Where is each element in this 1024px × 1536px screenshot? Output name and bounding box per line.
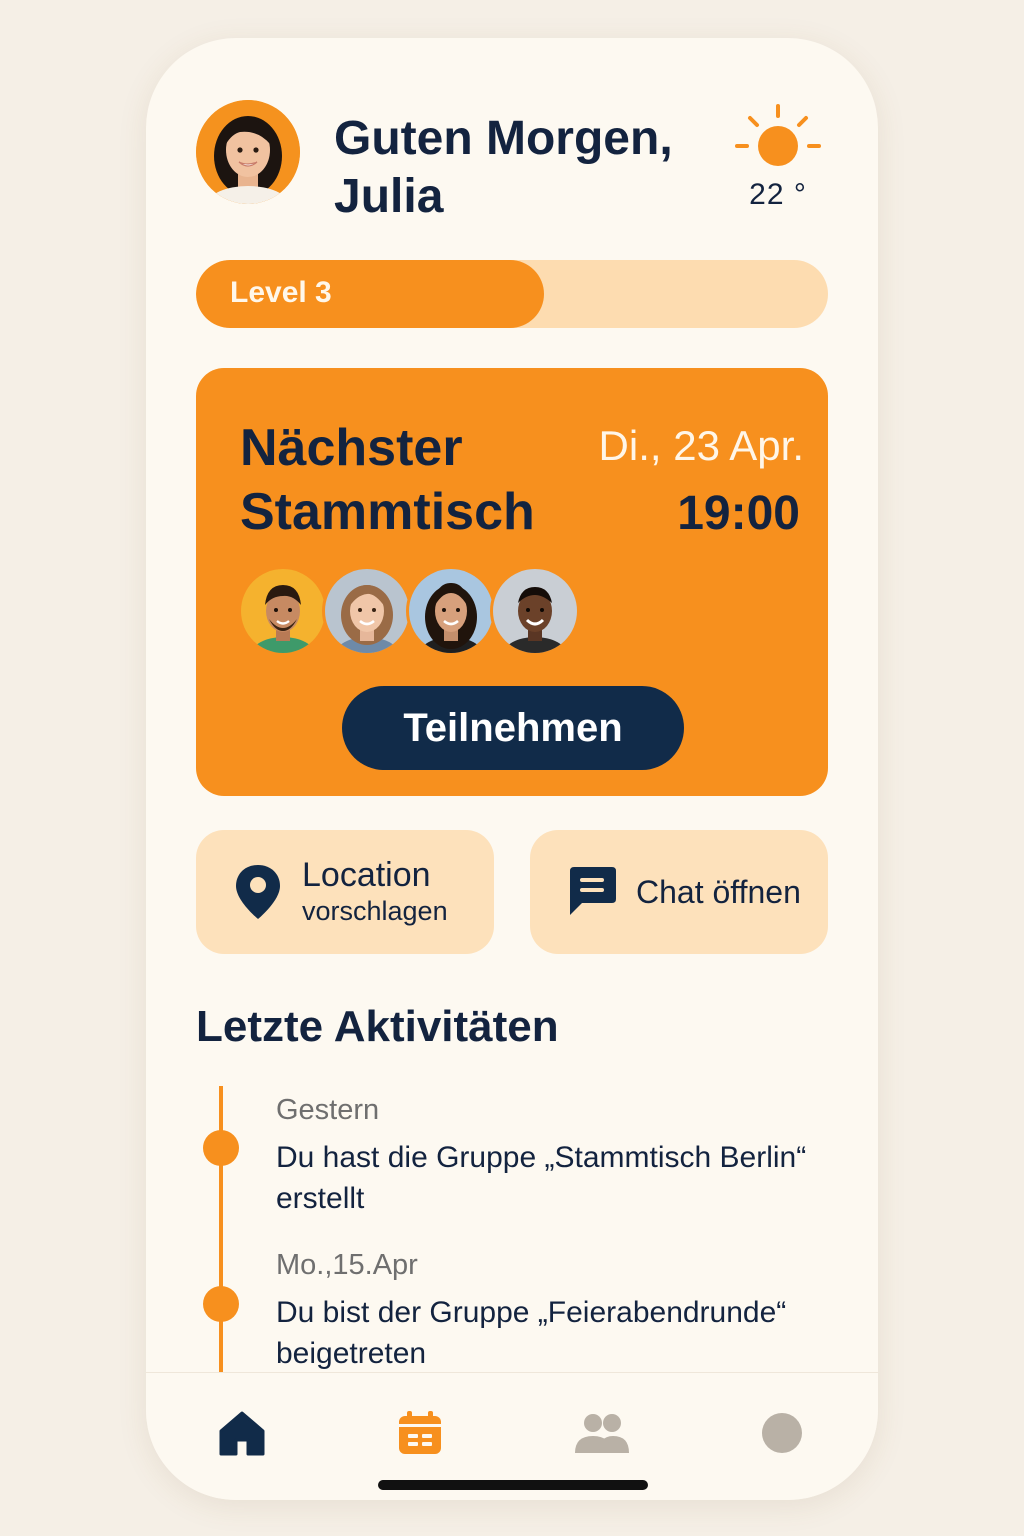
user-avatar[interactable] — [196, 100, 300, 204]
weather-widget: 22 ° — [728, 102, 828, 222]
timeline-dot — [203, 1130, 239, 1166]
event-time: 19:00 — [677, 487, 800, 540]
activity-text[interactable]: Du bist der Gruppe „Feierabendrunde“ bei… — [276, 1292, 836, 1374]
event-date: Di., 23 Apr. — [598, 422, 804, 469]
participant-man-icon — [493, 569, 577, 653]
join-button[interactable]: Teilnehmen — [342, 686, 684, 770]
event-title: Nächster Stammtisch — [240, 416, 535, 544]
chat-bubble-icon — [564, 865, 620, 919]
home-indicator — [378, 1480, 648, 1490]
participant-avatars[interactable] — [238, 566, 580, 656]
group-icon — [575, 1414, 629, 1453]
activity-date: Mo.,15.Apr — [276, 1249, 418, 1281]
participant-avatar — [238, 566, 328, 656]
participant-man-icon — [241, 569, 325, 653]
greeting-line1: Guten Morgen, — [334, 112, 673, 165]
participant-avatar — [322, 566, 412, 656]
temperature: 22 ° — [749, 178, 807, 211]
timeline-dot — [203, 1286, 239, 1322]
participant-woman-icon — [409, 569, 493, 653]
suggest-location-button[interactable]: Location vorschlagen — [196, 830, 494, 954]
participant-avatar — [490, 566, 580, 656]
home-icon — [219, 1411, 265, 1456]
open-chat-button[interactable]: Chat öffnen — [530, 830, 828, 954]
event-title-line1: Nächster — [240, 419, 463, 477]
user-avatar-woman-icon — [196, 100, 300, 204]
greeting-title: Guten Morgen, Julia — [334, 110, 673, 226]
activity-text[interactable]: Du hast die Gruppe „Stammtisch Berlin“ e… — [276, 1137, 836, 1219]
level-progress-bar: Level 3 — [196, 260, 828, 328]
level-label: Level 3 — [230, 276, 332, 309]
phone-screen: Guten Morgen, Julia 22 ° Level 3 Nächste… — [146, 38, 878, 1500]
nav-profile[interactable] — [752, 1403, 812, 1463]
participant-avatar — [406, 566, 496, 656]
sun-icon — [735, 104, 821, 166]
greeting-name: Julia — [334, 170, 444, 223]
nav-home[interactable] — [212, 1403, 272, 1463]
open-chat-label: Chat öffnen — [636, 873, 801, 910]
calendar-icon — [399, 1411, 441, 1454]
suggest-location-label: Location vorschlagen — [302, 856, 448, 928]
participant-woman-icon — [325, 569, 409, 653]
recent-activities-title: Letzte Aktivitäten — [196, 1002, 559, 1051]
location-label-line2: vorschlagen — [302, 896, 448, 926]
profile-icon — [762, 1413, 802, 1453]
event-title-line2: Stammtisch — [240, 483, 535, 541]
activity-date: Gestern — [276, 1094, 380, 1126]
next-meetup-card[interactable]: Nächster Stammtisch Di., 23 Apr. 19:00 T… — [196, 368, 828, 796]
location-label-line1: Location — [302, 856, 431, 894]
location-pin-icon — [226, 863, 290, 921]
nav-events[interactable] — [390, 1403, 450, 1463]
nav-groups[interactable] — [572, 1403, 632, 1463]
